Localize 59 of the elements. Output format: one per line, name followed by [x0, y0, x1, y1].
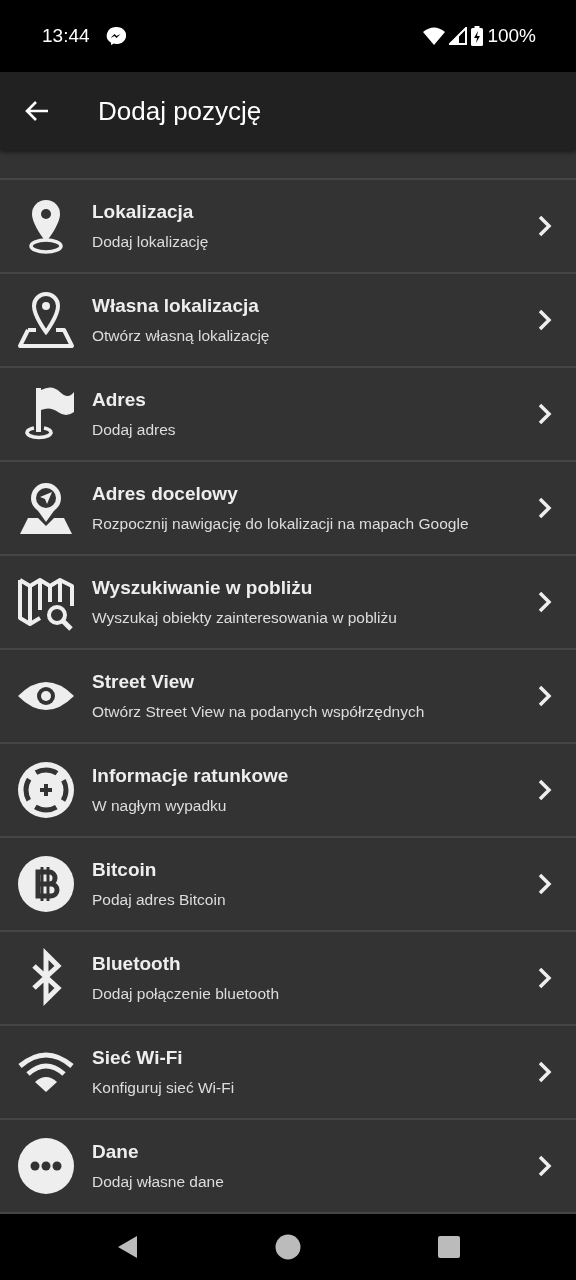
list-item[interactable]: Adres docelowy Rozpocznij nawigację do lokalizacji na mapach Google [0, 462, 576, 556]
back-arrow-icon[interactable] [24, 100, 50, 122]
back-icon[interactable] [116, 1235, 139, 1259]
list-item[interactable]: Dane Dodaj własne dane [0, 1120, 576, 1214]
lifebuoy-icon [16, 760, 76, 820]
item-subtitle: Rozpocznij nawigację do lokalizacji na mapach Google [92, 514, 470, 534]
clock: 13:44 [42, 23, 90, 48]
item-subtitle: Podaj adres Bitcoin [92, 890, 227, 910]
home-icon[interactable] [275, 1234, 301, 1260]
list-item[interactable]: Własna lokalizacja Otwórz własną lokalizację [0, 274, 576, 368]
item-title: Wyszukiwanie w pobliżu [92, 576, 314, 600]
recents-icon[interactable] [437, 1236, 460, 1258]
chevron-right-icon [538, 309, 552, 331]
chevron-right-icon [538, 497, 552, 519]
battery-icon [471, 26, 484, 46]
screen-title: Dodaj pozycję [98, 94, 262, 128]
chevron-right-icon [538, 215, 552, 237]
item-subtitle: Wyszukaj obiekty zainteresowania w pobliżu [92, 608, 398, 628]
chevron-right-icon [538, 1155, 552, 1177]
chevron-right-icon [538, 591, 552, 613]
battery-level: 100% [487, 23, 536, 48]
item-subtitle: Dodaj własne dane [92, 1172, 225, 1192]
item-title: Lokalizacja [92, 200, 195, 224]
item-subtitle: Dodaj połączenie bluetooth [92, 984, 280, 1004]
list-item[interactable]: Street View Otwórz Street View na podanych współrzędnych [0, 650, 576, 744]
item-subtitle: Dodaj adres [92, 420, 177, 440]
item-title: Bluetooth [92, 952, 182, 976]
item-subtitle: W nagłym wypadku [92, 796, 228, 816]
chevron-right-icon [538, 1061, 552, 1083]
messenger-icon [105, 26, 126, 46]
item-subtitle: Otwórz Street View na podanych współrzędnych [92, 702, 426, 722]
list-item[interactable]: Lokalizacja Dodaj lokalizację [0, 180, 576, 274]
chevron-right-icon [538, 779, 552, 801]
item-title: Bitcoin [92, 858, 158, 882]
signal-icon [449, 27, 468, 45]
list-item[interactable]: Bluetooth Dodaj połączenie bluetooth [0, 932, 576, 1026]
chevron-right-icon [538, 403, 552, 425]
item-title: Street View [92, 670, 196, 694]
more-icon [16, 1136, 76, 1196]
bitcoin-icon [16, 854, 76, 914]
list-item[interactable]: Adres Dodaj adres [0, 368, 576, 462]
chevron-right-icon [538, 967, 552, 989]
chevron-right-icon [538, 873, 552, 895]
list-item[interactable]: Bitcoin Podaj adres Bitcoin [0, 838, 576, 932]
item-subtitle: Otwórz własną lokalizację [92, 326, 271, 346]
item-title: Adres docelowy [92, 482, 239, 506]
wifi-icon [423, 27, 446, 45]
item-title: Sieć Wi-Fi [92, 1046, 184, 1070]
item-title: Informacje ratunkowe [92, 764, 290, 788]
chevron-right-icon [538, 685, 552, 707]
item-title: Dane [92, 1140, 140, 1164]
map-pin-icon [16, 290, 76, 350]
item-title: Własna lokalizacja [92, 294, 260, 318]
list-item[interactable]: Informacje ratunkowe W nagłym wypadku [0, 744, 576, 838]
item-title: Adres [92, 388, 147, 412]
list-item[interactable]: Wyszukiwanie w pobliżu Wyszukaj obiekty zainteresowania w pobliżu [0, 556, 576, 650]
item-subtitle: Konfiguruj sieć Wi-Fi [92, 1078, 236, 1098]
item-subtitle: Dodaj lokalizację [92, 232, 210, 252]
list-item[interactable]: Sieć Wi-Fi Konfiguruj sieć Wi-Fi [0, 1026, 576, 1120]
